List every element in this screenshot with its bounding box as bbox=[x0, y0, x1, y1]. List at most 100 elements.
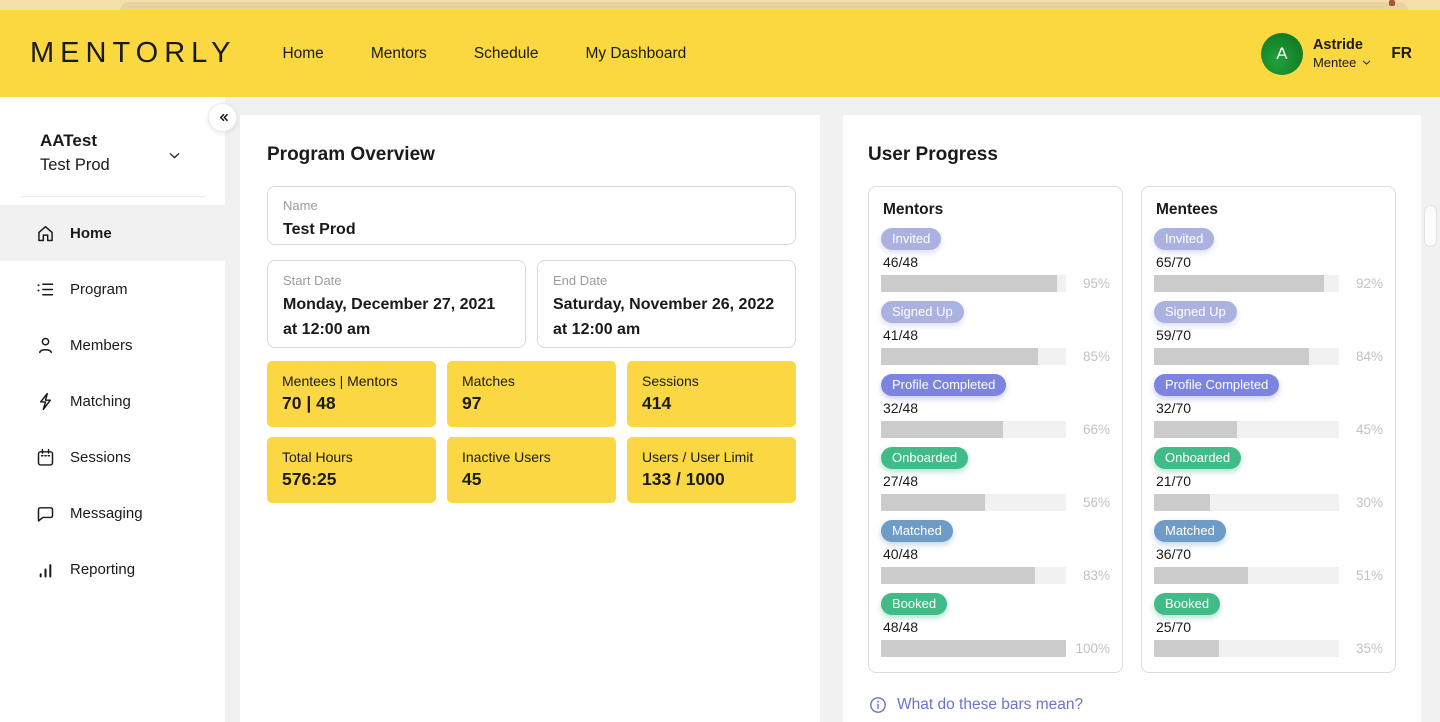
stat-inactive-users: Inactive Users 45 bbox=[447, 437, 616, 503]
stage-mentees-profile-completed: Profile Completed 32/70 45% bbox=[1154, 374, 1383, 438]
stage-percent: 84% bbox=[1339, 349, 1383, 364]
stage-mentors-matched: Matched 40/48 83% bbox=[881, 520, 1110, 584]
nav-schedule[interactable]: Schedule bbox=[474, 45, 539, 63]
bar-chart-icon bbox=[35, 559, 56, 580]
stage-badge: Invited bbox=[1154, 228, 1214, 250]
stage-percent: 95% bbox=[1066, 276, 1110, 291]
sidebar-item-reporting[interactable]: Reporting bbox=[0, 541, 225, 597]
sidebar-divider bbox=[20, 196, 205, 197]
progress-bar-fill bbox=[881, 567, 1035, 584]
progress-bar bbox=[881, 348, 1066, 365]
progress-bar-fill bbox=[1154, 421, 1237, 438]
sidebar-item-matching[interactable]: Matching bbox=[0, 373, 225, 429]
sidebar-item-sessions[interactable]: Sessions bbox=[0, 429, 225, 485]
stage-percent: 66% bbox=[1066, 422, 1110, 437]
user-progress-title: User Progress bbox=[868, 144, 1396, 166]
nav-home[interactable]: Home bbox=[282, 45, 323, 63]
stage-badge: Booked bbox=[881, 593, 947, 615]
avatar[interactable]: A bbox=[1261, 33, 1303, 75]
progress-bar-fill bbox=[1154, 494, 1210, 511]
stage-mentors-invited: Invited 46/48 95% bbox=[881, 228, 1110, 292]
stage-percent: 45% bbox=[1339, 422, 1383, 437]
stage-badge: Onboarded bbox=[881, 447, 968, 469]
scrollbar-track bbox=[1421, 97, 1440, 722]
stage-count: 32/70 bbox=[1154, 400, 1383, 416]
stage-count: 46/48 bbox=[881, 254, 1110, 270]
stage-mentors-onboarded: Onboarded 27/48 56% bbox=[881, 447, 1110, 511]
nav-mentors[interactable]: Mentors bbox=[371, 45, 427, 63]
stat-users-user-limit: Users / User Limit 133 / 1000 bbox=[627, 437, 796, 503]
app-header: MENTORLY Home Mentors Schedule My Dashboard… bbox=[0, 10, 1440, 97]
sidebar-collapse-button[interactable] bbox=[208, 103, 237, 132]
end-date-value: Saturday, November 26, 2022 at 12:00 am bbox=[553, 292, 780, 342]
scrollbar-thumb[interactable] bbox=[1424, 205, 1437, 247]
stage-badge: Profile Completed bbox=[881, 374, 1006, 396]
brand-logo[interactable]: MENTORLY bbox=[30, 37, 236, 70]
zap-icon bbox=[35, 391, 56, 412]
stage-count: 65/70 bbox=[1154, 254, 1383, 270]
chevron-down-icon bbox=[166, 147, 183, 164]
bars-help-label: What do these bars mean? bbox=[897, 696, 1083, 714]
progress-bar bbox=[1154, 567, 1339, 584]
user-info[interactable]: Astride Mentee bbox=[1313, 37, 1373, 70]
chat-icon bbox=[35, 503, 56, 524]
sidebar-nav: Home Program Members Matching Sessions M… bbox=[0, 205, 225, 597]
nav-my-dashboard[interactable]: My Dashboard bbox=[585, 45, 686, 63]
sidebar-item-members[interactable]: Members bbox=[0, 317, 225, 373]
stage-badge: Booked bbox=[1154, 593, 1220, 615]
user-role-label: Mentee bbox=[1313, 55, 1356, 70]
bars-help-link[interactable]: What do these bars mean? bbox=[868, 695, 1396, 715]
stage-mentees-invited: Invited 65/70 92% bbox=[1154, 228, 1383, 292]
stage-count: 41/48 bbox=[881, 327, 1110, 343]
progress-card-mentors: Mentors Invited 46/48 95% Signed Up 41/4… bbox=[868, 186, 1123, 673]
end-date-field: End Date Saturday, November 26, 2022 at … bbox=[537, 260, 796, 348]
stage-percent: 100% bbox=[1066, 641, 1110, 656]
language-toggle[interactable]: FR bbox=[1391, 45, 1412, 63]
progress-bar bbox=[1154, 494, 1339, 511]
stage-count: 40/48 bbox=[881, 546, 1110, 562]
stat-total-hours: Total Hours 576:25 bbox=[267, 437, 436, 503]
double-chevron-left-icon bbox=[214, 109, 231, 126]
program-switcher[interactable]: AATest Test Prod bbox=[0, 97, 225, 175]
stage-badge: Matched bbox=[1154, 520, 1226, 542]
calendar-icon bbox=[35, 447, 56, 468]
sidebar-item-home[interactable]: Home bbox=[0, 205, 225, 261]
program-overview-panel: Program Overview Name Test Prod Start Da… bbox=[240, 115, 820, 722]
stage-count: 48/48 bbox=[881, 619, 1110, 635]
user-role-dropdown[interactable]: Mentee bbox=[1313, 55, 1373, 70]
end-date-label: End Date bbox=[553, 273, 780, 288]
stage-percent: 51% bbox=[1339, 568, 1383, 583]
chevron-down-icon bbox=[1360, 56, 1373, 69]
name-field-value: Test Prod bbox=[283, 217, 780, 242]
progress-bar-fill bbox=[881, 275, 1057, 292]
stage-mentees-signed-up: Signed Up 59/70 84% bbox=[1154, 301, 1383, 365]
start-date-value: Monday, December 27, 2021 at 12:00 am bbox=[283, 292, 510, 342]
stage-mentors-signed-up: Signed Up 41/48 85% bbox=[881, 301, 1110, 365]
progress-bar bbox=[1154, 421, 1339, 438]
stage-badge: Signed Up bbox=[881, 301, 964, 323]
dates-row: Start Date Monday, December 27, 2021 at … bbox=[267, 260, 796, 348]
header-nav: Home Mentors Schedule My Dashboard bbox=[282, 45, 686, 63]
user-name: Astride bbox=[1313, 37, 1373, 53]
browser-chrome-strip bbox=[0, 0, 1440, 10]
progress-bar bbox=[881, 567, 1066, 584]
progress-bar bbox=[1154, 348, 1339, 365]
stat-sessions: Sessions 414 bbox=[627, 361, 796, 427]
stage-count: 27/48 bbox=[881, 473, 1110, 489]
stage-mentees-matched: Matched 36/70 51% bbox=[1154, 520, 1383, 584]
stage-mentees-onboarded: Onboarded 21/70 30% bbox=[1154, 447, 1383, 511]
stage-percent: 35% bbox=[1339, 641, 1383, 656]
progress-bar-fill bbox=[881, 494, 985, 511]
progress-bar-fill bbox=[1154, 275, 1324, 292]
progress-bar-fill bbox=[881, 421, 1003, 438]
stage-badge: Onboarded bbox=[1154, 447, 1241, 469]
program-name-field: Name Test Prod bbox=[267, 186, 796, 245]
sidebar-item-messaging[interactable]: Messaging bbox=[0, 485, 225, 541]
user-menu[interactable]: A Astride Mentee FR bbox=[1261, 33, 1412, 75]
name-field-label: Name bbox=[283, 198, 780, 213]
sidebar-item-program[interactable]: Program bbox=[0, 261, 225, 317]
stats-grid: Mentees | Mentors 70 | 48 Matches 97 Ses… bbox=[267, 361, 796, 503]
stage-badge: Profile Completed bbox=[1154, 374, 1279, 396]
progress-bar bbox=[881, 494, 1066, 511]
stat-matches: Matches 97 bbox=[447, 361, 616, 427]
